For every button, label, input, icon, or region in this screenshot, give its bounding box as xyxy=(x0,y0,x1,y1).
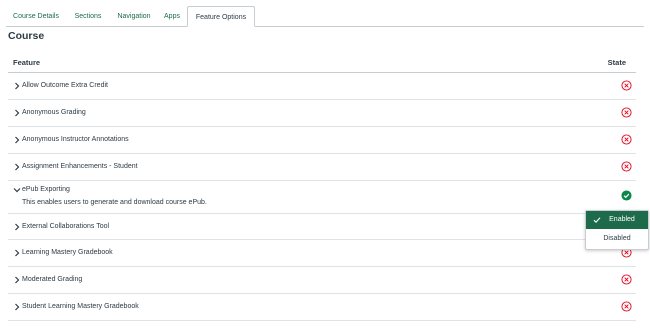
column-header-feature: Feature xyxy=(13,58,41,67)
feature-row: Moderated Grading xyxy=(8,267,636,294)
page-title: Course xyxy=(8,30,45,42)
tab-course-details[interactable]: Course Details xyxy=(6,8,66,26)
feature-row: Learning Mastery Gradebook xyxy=(8,240,636,267)
menu-item-label: Disabled xyxy=(603,235,631,242)
menu-item-disabled[interactable]: Disabled xyxy=(586,230,648,248)
feature-row: Anonymous Grading xyxy=(8,100,636,127)
chevron-right-icon[interactable] xyxy=(12,248,22,258)
menu-item-label: Enabled xyxy=(609,216,635,223)
feature-description: This enables users to generate and downl… xyxy=(22,199,207,206)
feature-row: Allow Outcome Extra Credit xyxy=(8,73,636,100)
feature-row-expanded: ePub Exporting This enables users to gen… xyxy=(8,181,636,214)
chevron-right-icon[interactable] xyxy=(12,162,22,172)
state-dropdown-menu: Enabled Disabled xyxy=(585,210,649,250)
feature-row: Student Learning Mastery Gradebook xyxy=(8,294,636,321)
feature-name[interactable]: Moderated Grading xyxy=(22,276,82,283)
feature-name[interactable]: Learning Mastery Gradebook xyxy=(22,249,113,256)
feature-table-header: Feature State xyxy=(8,54,636,73)
disabled-state-icon[interactable] xyxy=(621,107,632,118)
chevron-right-icon[interactable] xyxy=(12,302,22,312)
feature-name[interactable]: Allow Outcome Extra Credit xyxy=(22,82,108,89)
feature-name[interactable]: External Collaborations Tool xyxy=(22,223,109,230)
tab-feature-options[interactable]: Feature Options xyxy=(187,6,255,27)
menu-item-enabled[interactable]: Enabled xyxy=(586,211,648,229)
chevron-right-icon[interactable] xyxy=(12,135,22,145)
chevron-right-icon[interactable] xyxy=(12,108,22,118)
disabled-state-icon[interactable] xyxy=(621,161,632,172)
disabled-state-icon[interactable] xyxy=(621,80,632,91)
chevron-right-icon[interactable] xyxy=(12,275,22,285)
feature-row: Anonymous Instructor Annotations xyxy=(8,127,636,154)
disabled-state-icon[interactable] xyxy=(621,301,632,312)
column-header-state: State xyxy=(607,58,626,67)
chevron-down-icon[interactable] xyxy=(12,185,22,195)
enabled-state-icon[interactable] xyxy=(621,190,632,201)
disabled-state-icon[interactable] xyxy=(621,134,632,145)
feature-row: External Collaborations Tool xyxy=(8,214,636,240)
feature-name[interactable]: Anonymous Grading xyxy=(22,109,86,116)
feature-name[interactable]: Student Learning Mastery Gradebook xyxy=(22,303,139,310)
disabled-state-icon[interactable] xyxy=(621,274,632,285)
feature-name[interactable]: Assignment Enhancements - Student xyxy=(22,163,138,170)
feature-row: Assignment Enhancements - Student xyxy=(8,154,636,181)
chevron-right-icon[interactable] xyxy=(12,81,22,91)
checkmark-icon xyxy=(593,217,601,223)
feature-name[interactable]: ePub Exporting xyxy=(22,186,70,193)
settings-tab-bar: Course Details Sections Navigation Apps … xyxy=(6,6,644,27)
feature-name[interactable]: Anonymous Instructor Annotations xyxy=(22,136,129,143)
chevron-right-icon[interactable] xyxy=(12,222,22,232)
tab-navigation[interactable]: Navigation xyxy=(110,8,158,26)
tab-apps[interactable]: Apps xyxy=(159,8,185,26)
tab-sections[interactable]: Sections xyxy=(68,8,108,26)
